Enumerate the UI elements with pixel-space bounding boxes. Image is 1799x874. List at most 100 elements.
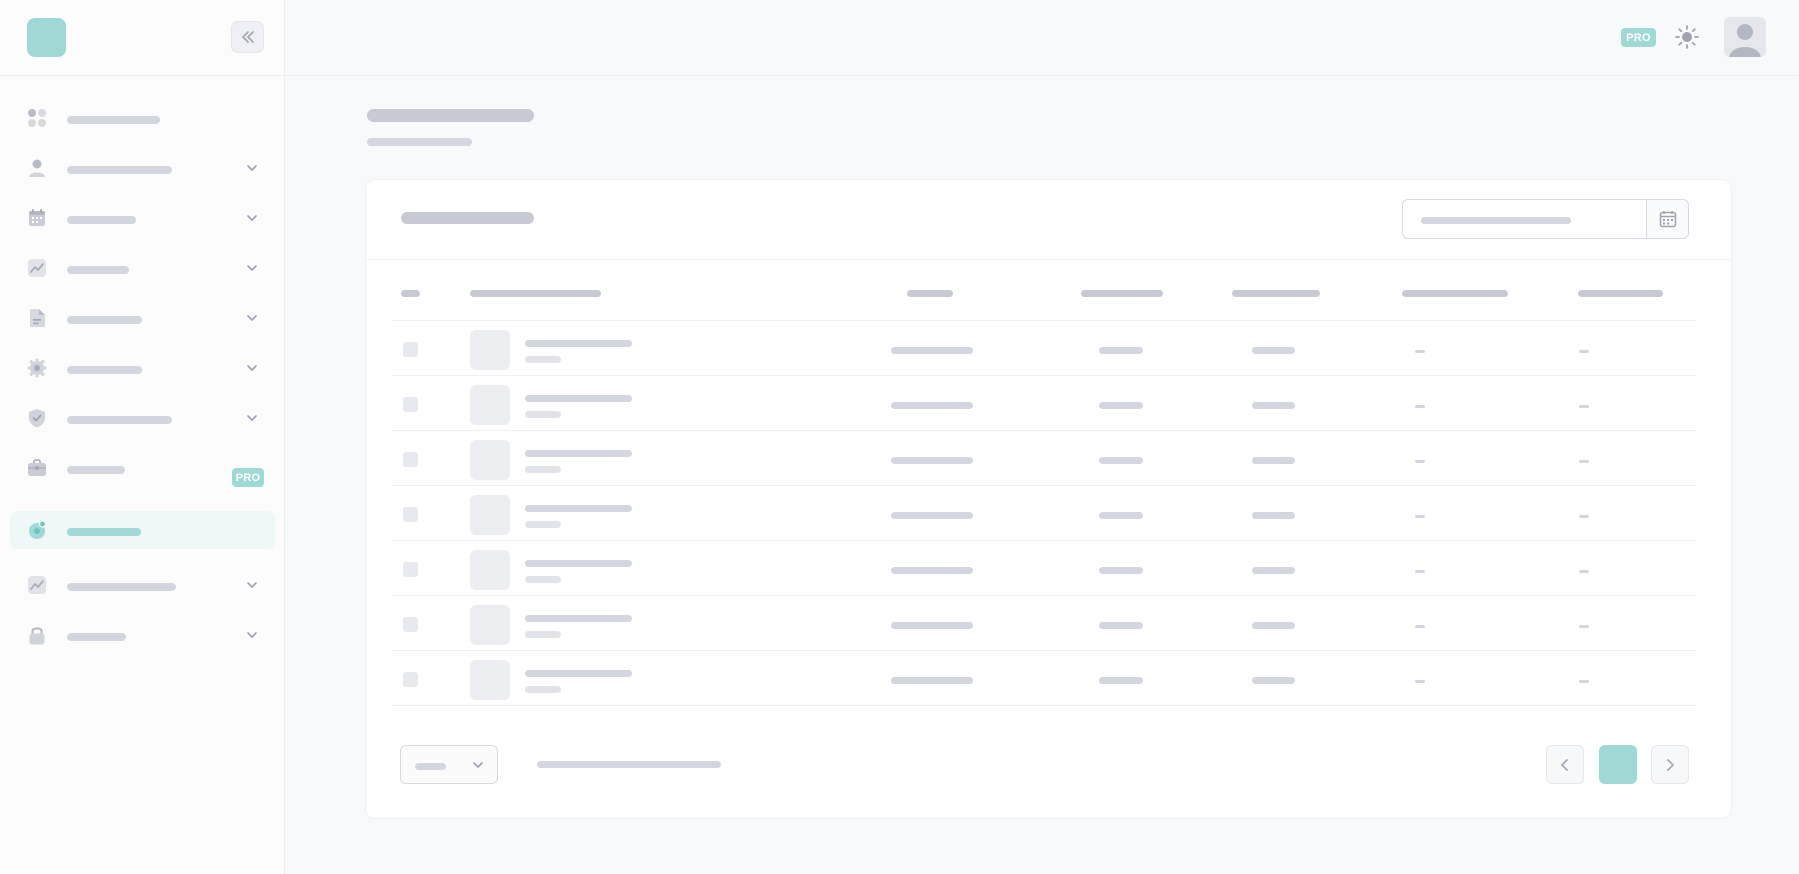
- pro-badge: PRO: [232, 468, 264, 487]
- chevron-down-icon: [247, 315, 257, 321]
- calendar-button[interactable]: [1646, 199, 1689, 239]
- row-checkbox[interactable]: [403, 452, 418, 467]
- table-row[interactable]: [391, 541, 1697, 596]
- logo[interactable]: [27, 18, 66, 57]
- row-cell: [891, 457, 973, 464]
- card-header: [366, 180, 1731, 260]
- lock-icon: [27, 625, 47, 645]
- sidebar-item-business[interactable]: PRO: [10, 449, 275, 497]
- sidebar-item-calendar[interactable]: [10, 199, 275, 237]
- row-cell: [1252, 622, 1295, 629]
- row-subtitle: [525, 686, 561, 693]
- table-footer: [366, 745, 1731, 805]
- row-cell-empty: [1579, 460, 1589, 463]
- sidebar-item-analytics[interactable]: [10, 249, 275, 287]
- date-input-placeholder: [1421, 217, 1571, 224]
- page-button-current[interactable]: [1599, 745, 1637, 784]
- sidebar-item-auth[interactable]: [10, 616, 275, 654]
- sidebar-item-chat[interactable]: [10, 511, 275, 549]
- shield-check-icon: [27, 408, 47, 428]
- column-header-7[interactable]: [1578, 290, 1663, 297]
- row-checkbox[interactable]: [403, 342, 418, 357]
- table-row[interactable]: [391, 596, 1697, 651]
- card-title: [401, 212, 534, 224]
- sidebar-item-security[interactable]: [10, 399, 275, 437]
- row-subtitle: [525, 356, 561, 363]
- row-cell-empty: [1415, 680, 1425, 683]
- chevron-down-icon: [247, 632, 257, 638]
- sidebar-item-label: [67, 528, 141, 536]
- row-title: [525, 615, 632, 622]
- row-cell-empty: [1415, 405, 1425, 408]
- date-range-input[interactable]: [1402, 199, 1647, 239]
- column-header-3[interactable]: [907, 290, 953, 297]
- table-row[interactable]: [391, 486, 1697, 541]
- sidebar-item-label: [67, 633, 126, 641]
- chevron-right-icon: [1667, 758, 1674, 771]
- row-cell: [891, 622, 973, 629]
- row-checkbox[interactable]: [403, 507, 418, 522]
- column-header-select[interactable]: [401, 290, 420, 297]
- table-row[interactable]: [391, 431, 1697, 486]
- previous-page-button[interactable]: [1546, 745, 1584, 784]
- pro-badge[interactable]: PRO: [1621, 28, 1656, 47]
- row-checkbox[interactable]: [403, 617, 418, 632]
- column-header-name[interactable]: [470, 290, 601, 297]
- row-cell: [891, 402, 973, 409]
- table-row[interactable]: [391, 376, 1697, 431]
- sidebar-item-label: [67, 583, 176, 591]
- row-title: [525, 340, 632, 347]
- table-row[interactable]: [391, 651, 1697, 706]
- sidebar-item-dashboard[interactable]: [10, 99, 275, 137]
- chevron-down-icon: [247, 415, 257, 421]
- column-header-6[interactable]: [1402, 290, 1508, 297]
- line-chart-icon: [27, 575, 47, 595]
- dashboard-grid-icon: [27, 108, 47, 128]
- chevron-down-icon: [247, 582, 257, 588]
- sidebar-item-reports[interactable]: [10, 566, 275, 604]
- sidebar-item-label: [67, 216, 136, 224]
- sidebar-item-label: [67, 416, 172, 424]
- sun-icon[interactable]: [1674, 24, 1700, 50]
- row-thumbnail: [470, 495, 510, 535]
- sidebar-item-settings[interactable]: [10, 349, 275, 387]
- row-thumbnail: [470, 605, 510, 645]
- row-cell-empty: [1579, 350, 1589, 353]
- line-chart-icon: [27, 258, 47, 278]
- row-checkbox[interactable]: [403, 672, 418, 687]
- sidebar-item-documents[interactable]: [10, 299, 275, 337]
- rows-per-page-select[interactable]: [400, 745, 498, 784]
- briefcase-icon: [27, 458, 47, 478]
- page-title: [367, 109, 534, 122]
- sidebar-item-users[interactable]: [10, 149, 275, 187]
- row-cell: [1099, 347, 1143, 354]
- row-cell-empty: [1579, 625, 1589, 628]
- row-subtitle: [525, 521, 561, 528]
- row-cell: [1099, 457, 1143, 464]
- row-cell-empty: [1415, 350, 1425, 353]
- row-cell-empty: [1579, 515, 1589, 518]
- next-page-button[interactable]: [1651, 745, 1689, 784]
- row-cell-empty: [1579, 570, 1589, 573]
- avatar[interactable]: [1724, 17, 1766, 57]
- row-subtitle: [525, 576, 561, 583]
- table-header: [391, 260, 1697, 321]
- row-checkbox[interactable]: [403, 397, 418, 412]
- row-cell: [891, 567, 973, 574]
- chevron-down-icon: [473, 762, 483, 768]
- row-cell: [891, 512, 973, 519]
- row-thumbnail: [470, 440, 510, 480]
- collapse-sidebar-button[interactable]: [231, 21, 264, 53]
- column-header-5[interactable]: [1232, 290, 1320, 297]
- row-cell: [1099, 512, 1143, 519]
- pagination-summary: [537, 761, 721, 768]
- table-row[interactable]: [391, 321, 1697, 376]
- row-cell: [1099, 402, 1143, 409]
- row-subtitle: [525, 411, 561, 418]
- sidebar-item-label: [67, 116, 160, 124]
- row-checkbox[interactable]: [403, 562, 418, 577]
- row-cell: [1099, 622, 1143, 629]
- document-icon: [27, 308, 47, 328]
- row-title: [525, 670, 632, 677]
- column-header-4[interactable]: [1081, 290, 1163, 297]
